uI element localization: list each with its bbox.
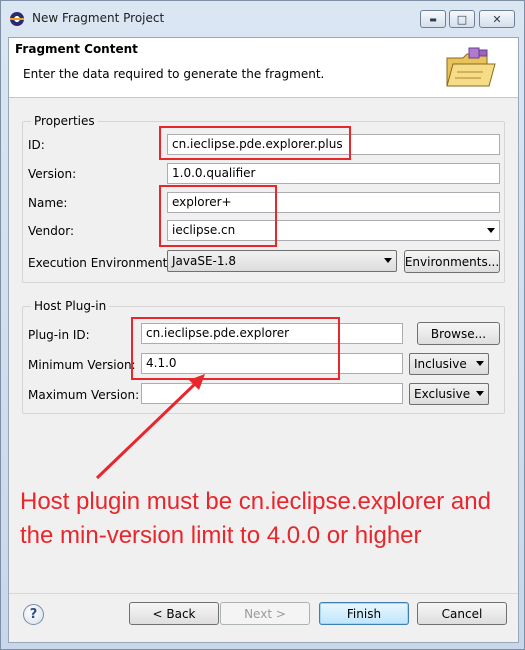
close-icon: ✕	[492, 12, 502, 26]
minimize-button[interactable]: ▬	[420, 10, 446, 28]
finish-button[interactable]: Finish	[319, 602, 409, 625]
next-button[interactable]: Next >	[220, 602, 310, 625]
help-icon[interactable]: ?	[23, 604, 44, 625]
cancel-button[interactable]: Cancel	[417, 602, 507, 625]
window-title: New Fragment Project	[32, 11, 165, 25]
close-button[interactable]: ✕	[479, 10, 515, 28]
annotation-text: Host plugin must be cn.ieclipse.explorer…	[20, 488, 491, 549]
eclipse-icon	[10, 12, 24, 26]
title-bar[interactable]: New Fragment Project ▬ □ ✕	[1, 1, 524, 37]
minimize-icon: ▬	[429, 14, 437, 24]
annotation-arrow	[95, 374, 205, 480]
maximize-icon: □	[456, 12, 468, 26]
dialog-window: New Fragment Project ▬ □ ✕ Fragment Cont…	[0, 0, 525, 650]
maximize-button[interactable]: □	[449, 10, 475, 28]
footer-separator	[9, 593, 518, 594]
back-button[interactable]: < Back	[129, 602, 219, 625]
dialog-client: Fragment Content Enter the data required…	[8, 37, 519, 643]
